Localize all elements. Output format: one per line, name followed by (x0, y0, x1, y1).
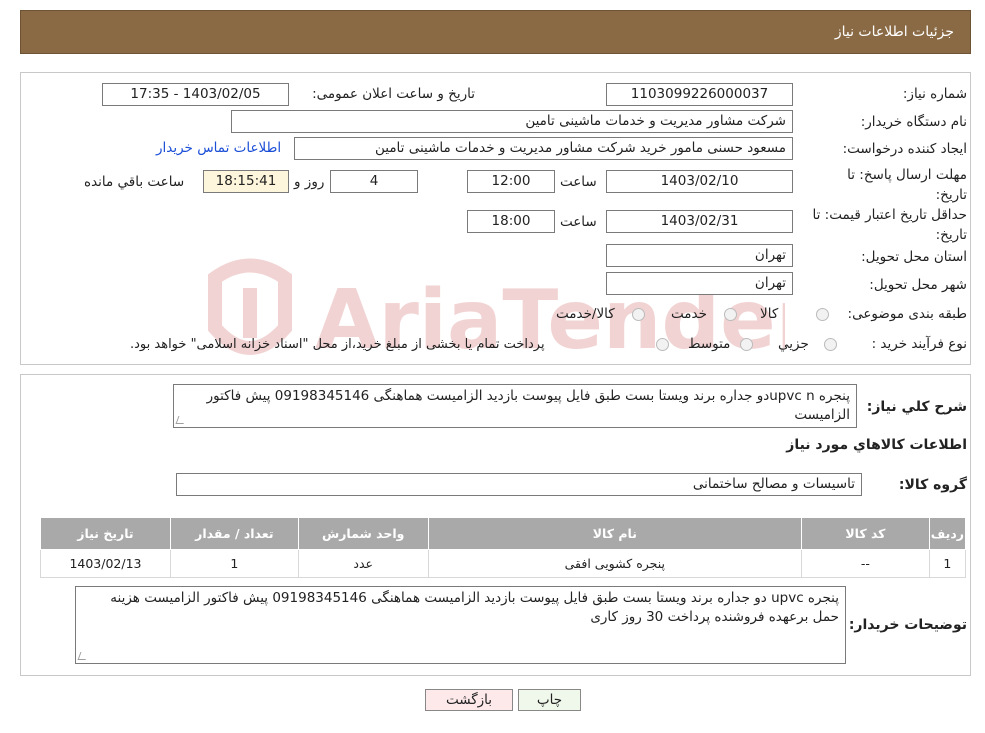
remaining-time-field: 18:15:41 (203, 170, 289, 193)
province-field: تهران (606, 244, 793, 267)
validity-time-label: ساعت (560, 214, 597, 230)
col-code: کد کالا (801, 517, 930, 550)
creator-field: مسعود حسنی مامور خرید شرکت مشاور مدیریت … (294, 137, 793, 160)
process-option-minor: جزيي (778, 336, 809, 352)
buyer-org-field: شرکت مشاور مدیریت و خدمات ماشینی تامین (231, 110, 793, 133)
cell-name: پنجره کشویی افقی (427, 549, 803, 578)
city-label: شهر محل تحویل: (869, 277, 967, 293)
description-label: شرح كلي نياز: (866, 399, 967, 415)
table-row[interactable]: 1 -- پنجره کشویی افقی عدد 1 1403/02/13 (40, 549, 967, 578)
creator-label: ایجاد کننده درخواست: (842, 141, 967, 157)
resize-grip-icon[interactable] (175, 416, 187, 424)
page-title: جزئیات اطلاعات نیاز (834, 24, 954, 40)
remaining-label: ساعت باقي مانده (84, 174, 185, 190)
process-note: پرداخت تمام یا بخشی از مبلغ خرید،از محل … (130, 337, 545, 352)
validity-date-field: 1403/02/31 (606, 210, 793, 233)
announce-field: 1403/02/05 - 17:35 (102, 83, 289, 106)
category-option-goods-service: کالا/خدمت (556, 306, 615, 322)
col-name: نام کالا (427, 517, 803, 550)
page-header: جزئیات اطلاعات نیاز (20, 10, 971, 54)
validity-label: حداقل تاریخ اعتبار قیمت: تا تاریخ: (812, 207, 967, 243)
deadline-label: مهلت ارسال پاسخ: تا تاریخ: (847, 167, 967, 203)
print-button[interactable]: چاپ (518, 689, 581, 711)
cell-unit: عدد (297, 549, 429, 578)
category-radio-goods[interactable] (816, 308, 829, 321)
need-number-label: شماره نیاز: (902, 86, 967, 102)
deadline-time-label: ساعت (560, 174, 597, 190)
col-row: رديف (928, 517, 967, 550)
table-header-row: رديف کد کالا نام کالا واحد شمارش تعداد /… (40, 517, 967, 550)
process-note-checkbox[interactable] (656, 338, 669, 351)
process-option-medium: متوسط (688, 336, 731, 352)
col-date: تاریخ نیاز (40, 517, 171, 550)
buyer-org-label: نام دستگاه خریدار: (860, 114, 967, 130)
description-textarea[interactable]: پنجره upvc nدو جداره برند ویستا بست طبق … (173, 384, 857, 428)
buyer-contact-link[interactable]: اطلاعات تماس خریدار (156, 140, 281, 156)
description-text: پنجره upvc nدو جداره برند ویستا بست طبق … (206, 388, 850, 423)
process-label: نوع فرآیند خرید : (871, 336, 967, 352)
buyer-notes-text: پنجره upvc دو جداره برند ویستا بست طبق ف… (110, 590, 839, 625)
cell-quantity: 1 (169, 549, 299, 578)
buyer-notes-textarea[interactable]: پنجره upvc دو جداره برند ویستا بست طبق ف… (75, 586, 846, 664)
validity-time-field: 18:00 (467, 210, 555, 233)
need-number-field: 1103099226000037 (606, 83, 793, 106)
category-label: طبقه بندی موضوعی: (847, 306, 967, 322)
process-radio-medium[interactable] (740, 338, 753, 351)
category-radio-service[interactable] (724, 308, 737, 321)
days-remaining-field: 4 (330, 170, 418, 193)
deadline-date-field: 1403/02/10 (606, 170, 793, 193)
category-radio-goods-service[interactable] (632, 308, 645, 321)
days-label: روز و (294, 174, 325, 190)
goods-table: رديف کد کالا نام کالا واحد شمارش تعداد /… (40, 517, 967, 578)
city-field: تهران (606, 272, 793, 295)
group-label: گروه کالا: (898, 477, 967, 493)
back-button[interactable]: بازگشت (425, 689, 513, 711)
col-quantity: تعداد / مقدار (169, 517, 299, 550)
deadline-time-field: 12:00 (467, 170, 555, 193)
resize-grip-icon[interactable] (77, 652, 89, 660)
province-label: استان محل تحویل: (861, 249, 967, 265)
cell-code: -- (801, 549, 930, 578)
group-field: تاسیسات و مصالح ساختمانی (176, 473, 862, 496)
col-unit: واحد شمارش (297, 517, 429, 550)
category-option-goods: کالا (760, 306, 779, 322)
process-radio-minor[interactable] (824, 338, 837, 351)
goods-section-title: اطلاعات كالاهاي مورد نياز (786, 437, 967, 453)
category-option-service: خدمت (671, 306, 707, 322)
announce-label: تاریخ و ساعت اعلان عمومی: (312, 86, 475, 102)
cell-row: 1 (928, 549, 967, 578)
buyer-notes-label: توضیحات خریدار: (848, 617, 967, 633)
cell-date: 1403/02/13 (40, 549, 171, 578)
